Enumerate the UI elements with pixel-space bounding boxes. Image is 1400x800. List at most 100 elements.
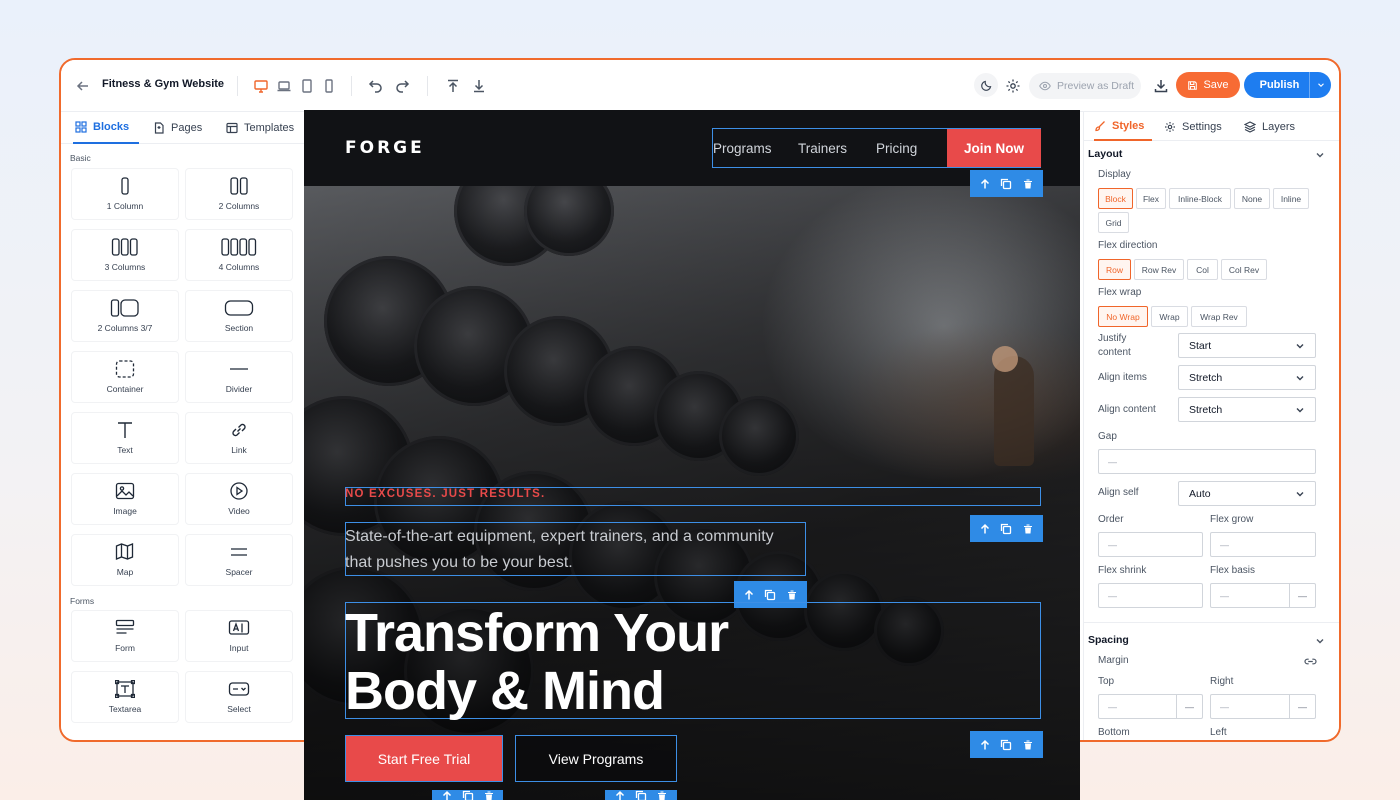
- trash-icon[interactable]: [656, 790, 668, 800]
- flex-wrap-wrap[interactable]: Wrap: [1151, 306, 1188, 327]
- margin-right-input[interactable]: — —: [1210, 694, 1316, 719]
- block-form[interactable]: Form: [71, 610, 179, 662]
- block-2-columns-37[interactable]: 2 Columns 3/7: [71, 290, 179, 342]
- block-divider[interactable]: Divider: [185, 351, 293, 403]
- flex-direction-col[interactable]: Col: [1187, 259, 1218, 280]
- order-input[interactable]: —: [1098, 532, 1203, 557]
- block-2-columns[interactable]: 2 Columns: [185, 168, 293, 220]
- tab-pages[interactable]: Pages: [153, 112, 202, 144]
- display-option-block[interactable]: Block: [1098, 188, 1133, 209]
- display-option-flex[interactable]: Flex: [1136, 188, 1166, 209]
- flex-shrink-label: Flex shrink: [1098, 565, 1147, 576]
- block-input[interactable]: Input: [185, 610, 293, 662]
- download-icon[interactable]: [1151, 74, 1171, 98]
- duplicate-icon[interactable]: [1000, 523, 1012, 535]
- align-items-select[interactable]: Stretch: [1178, 365, 1316, 390]
- back-arrow-icon[interactable]: [73, 74, 93, 98]
- join-now-button[interactable]: Join Now: [947, 129, 1041, 167]
- move-up-icon[interactable]: [979, 178, 991, 190]
- block-textarea[interactable]: Textarea: [71, 671, 179, 723]
- site-logo[interactable]: FORGE: [345, 138, 425, 158]
- move-up-icon[interactable]: [614, 790, 626, 800]
- nav-link-programs[interactable]: Programs: [713, 141, 772, 156]
- tab-styles[interactable]: Styles: [1094, 112, 1153, 141]
- chevron-down-icon[interactable]: [1309, 72, 1331, 98]
- block-link[interactable]: Link: [185, 412, 293, 464]
- nav-link-trainers[interactable]: Trainers: [798, 141, 847, 156]
- trash-icon[interactable]: [786, 589, 798, 601]
- chevron-down-icon[interactable]: [1315, 636, 1325, 646]
- duplicate-icon[interactable]: [635, 790, 647, 800]
- dark-mode-toggle[interactable]: [974, 73, 998, 97]
- save-button[interactable]: Save: [1176, 72, 1240, 98]
- unit-toggle[interactable]: —: [1176, 695, 1202, 718]
- link-icon[interactable]: [1304, 656, 1317, 667]
- duplicate-icon[interactable]: [1000, 178, 1012, 190]
- preview-as-draft-button[interactable]: Preview as Draft: [1029, 73, 1141, 99]
- block-1-column[interactable]: 1 Column: [71, 168, 179, 220]
- flex-direction-row-rev[interactable]: Row Rev: [1134, 259, 1184, 280]
- block-text[interactable]: Text: [71, 412, 179, 464]
- flex-direction-row[interactable]: Row: [1098, 259, 1131, 280]
- chevron-down-icon[interactable]: [1315, 150, 1325, 160]
- desktop-view-icon[interactable]: [251, 74, 271, 98]
- trash-icon[interactable]: [1022, 739, 1034, 751]
- flex-wrap-wrap-rev[interactable]: Wrap Rev: [1191, 306, 1247, 327]
- unit-toggle[interactable]: —: [1289, 695, 1315, 718]
- website-canvas[interactable]: FORGE Programs Trainers Pricing Join Now…: [304, 110, 1080, 800]
- block-3-columns[interactable]: 3 Columns: [71, 229, 179, 281]
- flex-basis-input[interactable]: — —: [1210, 583, 1316, 608]
- display-option-grid[interactable]: Grid: [1098, 212, 1129, 233]
- import-icon[interactable]: [469, 74, 489, 98]
- tab-layers[interactable]: Layers: [1244, 112, 1295, 141]
- tab-blocks[interactable]: Blocks: [73, 112, 139, 144]
- block-video[interactable]: Video: [185, 473, 293, 525]
- flex-wrap-no-wrap[interactable]: No Wrap: [1098, 306, 1148, 327]
- duplicate-icon[interactable]: [764, 589, 776, 601]
- margin-top-input[interactable]: — —: [1098, 694, 1203, 719]
- trash-icon[interactable]: [483, 790, 495, 800]
- view-programs-button[interactable]: View Programs: [515, 735, 677, 782]
- export-icon[interactable]: [443, 74, 463, 98]
- duplicate-icon[interactable]: [462, 790, 474, 800]
- tab-templates[interactable]: Templates: [226, 112, 294, 144]
- gear-icon[interactable]: [1003, 74, 1023, 98]
- block-map[interactable]: Map: [71, 534, 179, 586]
- start-free-trial-button[interactable]: Start Free Trial: [345, 735, 503, 782]
- unit-toggle[interactable]: —: [1289, 584, 1315, 607]
- trash-icon[interactable]: [1022, 178, 1034, 190]
- publish-label: Publish: [1259, 79, 1300, 91]
- laptop-view-icon[interactable]: [274, 74, 294, 98]
- display-option-none[interactable]: None: [1234, 188, 1270, 209]
- flex-shrink-input[interactable]: —: [1098, 583, 1203, 608]
- block-4-columns[interactable]: 4 Columns: [185, 229, 293, 281]
- duplicate-icon[interactable]: [1000, 739, 1012, 751]
- align-content-select[interactable]: Stretch: [1178, 397, 1316, 422]
- block-container[interactable]: Container: [71, 351, 179, 403]
- block-section[interactable]: Section: [185, 290, 293, 342]
- section-icon: [224, 300, 254, 316]
- block-image[interactable]: Image: [71, 473, 179, 525]
- block-select[interactable]: Select: [185, 671, 293, 723]
- nav-link-pricing[interactable]: Pricing: [876, 141, 917, 156]
- tab-settings[interactable]: Settings: [1164, 112, 1222, 141]
- mobile-view-icon[interactable]: [319, 74, 339, 98]
- move-up-icon[interactable]: [979, 523, 991, 535]
- tablet-view-icon[interactable]: [297, 74, 317, 98]
- display-option-inline-block[interactable]: Inline-Block: [1169, 188, 1231, 209]
- redo-icon[interactable]: [392, 74, 412, 98]
- justify-content-select[interactable]: Start: [1178, 333, 1316, 358]
- publish-button[interactable]: Publish: [1244, 72, 1331, 98]
- flex-grow-input[interactable]: —: [1210, 532, 1316, 557]
- nav-links-selection[interactable]: Programs Trainers Pricing Join Now: [712, 128, 1041, 168]
- block-spacer[interactable]: Spacer: [185, 534, 293, 586]
- display-option-inline[interactable]: Inline: [1273, 188, 1309, 209]
- move-up-icon[interactable]: [743, 589, 755, 601]
- align-self-select[interactable]: Auto: [1178, 481, 1316, 506]
- undo-icon[interactable]: [366, 74, 386, 98]
- trash-icon[interactable]: [1022, 523, 1034, 535]
- move-up-icon[interactable]: [441, 790, 453, 800]
- flex-direction-col-rev[interactable]: Col Rev: [1221, 259, 1267, 280]
- gap-input[interactable]: —: [1098, 449, 1316, 474]
- move-up-icon[interactable]: [979, 739, 991, 751]
